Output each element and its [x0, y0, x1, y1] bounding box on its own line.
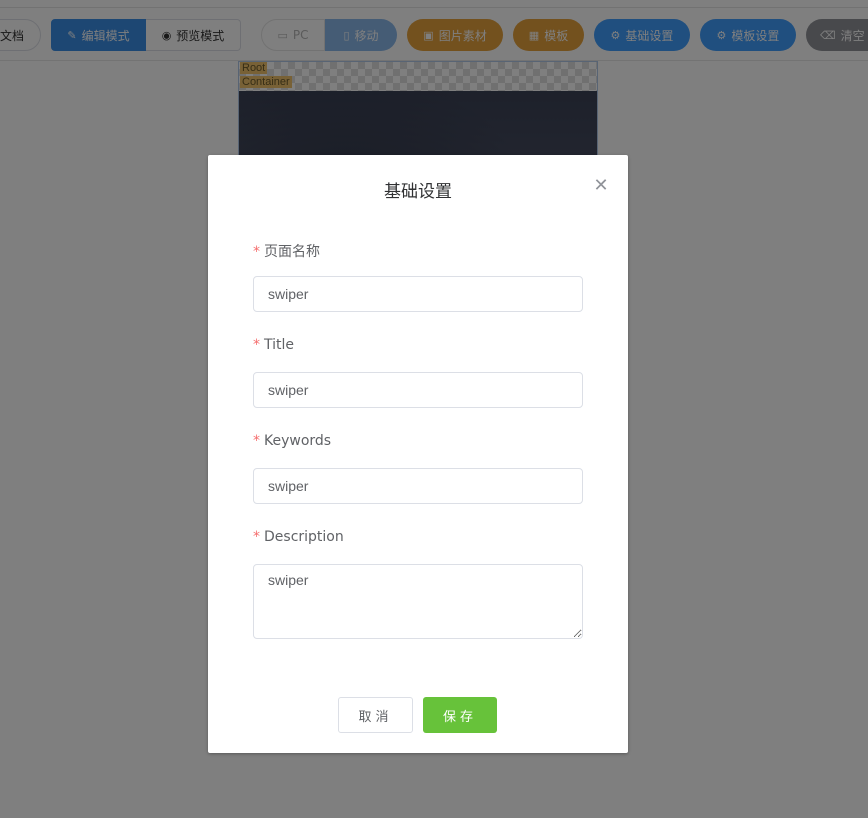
title-input[interactable] — [253, 372, 583, 408]
title-label: * Title — [253, 337, 294, 353]
description-label: * Description — [253, 529, 344, 545]
keywords-input[interactable] — [253, 468, 583, 504]
dialog-title: 基础设置 — [384, 182, 452, 202]
keywords-label-text: Keywords — [264, 433, 332, 449]
page-name-label: * 页面名称 — [253, 241, 320, 261]
save-button[interactable]: 保存 — [423, 697, 497, 733]
required-mark: * — [253, 529, 260, 545]
close-icon[interactable]: ✕ — [590, 175, 612, 197]
required-mark: * — [253, 244, 260, 260]
required-mark: * — [253, 337, 260, 353]
keywords-label: * Keywords — [253, 433, 331, 449]
required-mark: * — [253, 433, 260, 449]
page-name-label-text: 页面名称 — [264, 244, 320, 260]
description-textarea[interactable]: swiper — [253, 564, 583, 639]
title-label-text: Title — [264, 337, 295, 353]
description-label-text: Description — [264, 529, 344, 545]
page-name-input[interactable] — [253, 276, 583, 312]
cancel-button[interactable]: 取消 — [338, 697, 413, 733]
basic-settings-dialog: 基础设置 ✕ *页面名称 *Title *Keywords *Descripti… — [208, 155, 628, 753]
